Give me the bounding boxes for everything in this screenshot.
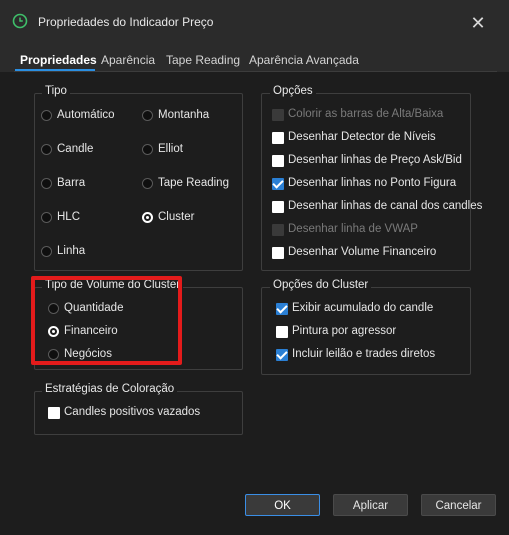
label-automatico: Automático	[57, 109, 115, 121]
tab-aparencia-avancada[interactable]: Aparência Avançada	[249, 53, 359, 67]
radio-automatico[interactable]	[41, 110, 52, 121]
label-pintura-agressor: Pintura por agressor	[292, 325, 397, 337]
checkbox-ponto-figura[interactable]	[272, 178, 284, 190]
label-montanha: Montanha	[158, 109, 210, 121]
opcoes-cluster-legend: Opções do Cluster	[270, 279, 372, 291]
radio-candle[interactable]	[41, 144, 52, 155]
label-canal-candles: Desenhar linhas de canal dos candles	[288, 200, 483, 212]
checkbox-acumulado-candle[interactable]	[276, 303, 288, 315]
radio-barra[interactable]	[41, 178, 52, 189]
label-preco-ask-bid: Desenhar linhas de Preço Ask/Bid	[288, 154, 462, 166]
label-elliot: Elliot	[158, 143, 183, 155]
radio-montanha[interactable]	[142, 110, 153, 121]
label-linha: Linha	[57, 245, 86, 257]
label-colorir-barras: Colorir as barras de Alta/Baixa	[288, 108, 444, 120]
checkbox-volume-financeiro[interactable]	[272, 247, 284, 259]
label-cluster: Cluster	[158, 211, 195, 223]
clock-icon	[12, 13, 28, 29]
apply-button[interactable]: Aplicar	[333, 494, 408, 516]
label-tape-reading: Tape Reading	[158, 177, 229, 189]
estrategias-legend: Estratégias de Coloração	[42, 383, 178, 395]
checkbox-vwap[interactable]	[272, 224, 284, 236]
label-detector-niveis: Desenhar Detector de Níveis	[288, 131, 436, 143]
checkbox-leilao-trades[interactable]	[276, 349, 288, 361]
label-hlc: HLC	[57, 211, 81, 223]
checkbox-detector-niveis[interactable]	[272, 132, 284, 144]
label-leilao-trades: Incluir leilão e trades diretos	[292, 348, 436, 360]
label-candles-vazados: Candles positivos vazados	[64, 406, 201, 418]
label-acumulado-candle: Exibir acumulado do candle	[292, 302, 434, 314]
radio-linha[interactable]	[41, 246, 52, 257]
radio-tape-reading[interactable]	[142, 178, 153, 189]
tipo-legend: Tipo	[42, 85, 70, 97]
label-ponto-figura: Desenhar linhas no Ponto Figura	[288, 177, 457, 189]
window-title: Propriedades do Indicador Preço	[38, 15, 214, 29]
checkbox-preco-ask-bid[interactable]	[272, 155, 284, 167]
tab-tape-reading[interactable]: Tape Reading	[166, 53, 240, 67]
cancel-button[interactable]: Cancelar	[421, 494, 496, 516]
tab-aparencia[interactable]: Aparência	[101, 53, 155, 67]
close-icon[interactable]: ✕	[466, 12, 490, 34]
label-volume-financeiro: Desenhar Volume Financeiro	[288, 246, 437, 258]
radio-cluster[interactable]	[142, 212, 153, 223]
ok-button[interactable]: OK	[245, 494, 320, 516]
checkbox-candles-vazados[interactable]	[48, 407, 60, 419]
label-candle: Candle	[57, 143, 94, 155]
checkbox-canal-candles[interactable]	[272, 201, 284, 213]
label-barra: Barra	[57, 177, 86, 189]
active-tab-indicator	[15, 69, 95, 71]
radio-elliot[interactable]	[142, 144, 153, 155]
red-highlight-annotation	[31, 276, 182, 365]
opcoes-legend: Opções	[270, 85, 316, 97]
tab-propriedades[interactable]: Propriedades	[20, 53, 97, 67]
checkbox-colorir-barras[interactable]	[272, 109, 284, 121]
checkbox-pintura-agressor[interactable]	[276, 326, 288, 338]
label-vwap: Desenhar linha de VWAP	[288, 223, 418, 235]
radio-hlc[interactable]	[41, 212, 52, 223]
